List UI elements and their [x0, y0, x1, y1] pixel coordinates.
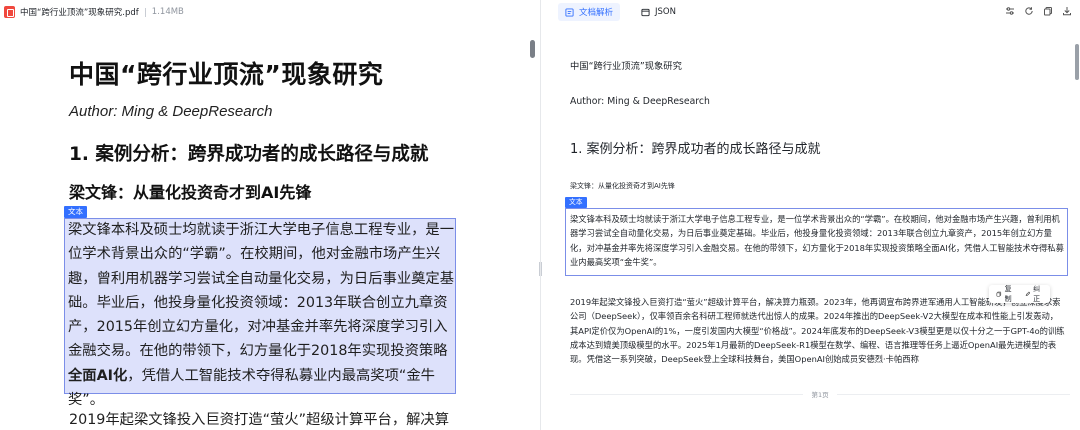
- page-marker-line-right: [836, 393, 1071, 395]
- parsed-scrollbar-thumb[interactable]: [1075, 44, 1079, 80]
- parsed-paragraph: 梁文锋本科及硕士均就读于浙江大学电子信息工程专业，是一位学术背景出众的“学霸”。…: [570, 214, 1064, 267]
- page-marker-line-left: [570, 393, 804, 395]
- pdf-page: 中国“跨行业顶流”现象研究 Author: Ming & DeepResearc…: [12, 28, 517, 430]
- parsed-heading-2: 梁文锋：从量化投资奇才到AI先锋: [570, 182, 675, 190]
- pdf-paragraph-part1: 梁文锋本科及硕士均就读于浙江大学电子信息工程专业，是一位学术背景出众的“学霸”。…: [68, 222, 455, 360]
- header-divider: [144, 7, 146, 17]
- edit-pencil-icon: [1025, 291, 1030, 297]
- text-block-tag: 文本: [64, 206, 87, 218]
- tab-document-parse-label: 文档解析: [579, 8, 614, 18]
- pdf-viewer-pane: 中国“跨行业顶流”现象研究.pdf 1.14MB 中国“跨行业顶流”现象研究 A…: [0, 0, 541, 430]
- parsed-title: 中国“跨行业顶流”现象研究: [570, 61, 682, 72]
- page-marker-label: 第1页: [811, 391, 829, 399]
- correct-block-label: 纠正: [1033, 285, 1041, 303]
- copy-block-label: 复制: [1004, 285, 1012, 303]
- pdf-heading-2: 梁文锋：从量化投资奇才到AI先锋: [69, 183, 312, 202]
- refresh-icon[interactable]: [1024, 6, 1034, 16]
- settings-sliders-icon[interactable]: [1005, 6, 1015, 16]
- correct-block-button[interactable]: 纠正: [1025, 284, 1044, 304]
- json-icon: [641, 8, 650, 16]
- file-name: 中国“跨行业顶流”现象研究.pdf: [20, 8, 139, 18]
- pdf-scrollbar-thumb[interactable]: [530, 40, 535, 58]
- tab-json[interactable]: JSON: [634, 3, 683, 21]
- pdf-file-header: 中国“跨行业顶流”现象研究.pdf 1.14MB: [0, 0, 540, 24]
- parsed-author: Author: Ming & DeepResearch: [570, 96, 710, 107]
- pdf-author: Author: Ming & DeepResearch: [69, 103, 273, 120]
- document-parse-icon: [565, 7, 574, 17]
- pdf-heading-1: 1. 案例分析：跨界成功者的成长路径与成就: [69, 144, 429, 165]
- file-size: 1.14MB: [151, 7, 184, 17]
- parsed-document-pane: 文档解析 JSON 中国“跨行业顶流”现象研究 Author: Ming & D…: [542, 0, 1080, 430]
- download-icon[interactable]: [1062, 6, 1072, 16]
- parsed-text-block-tag: 文本: [565, 197, 587, 208]
- copy-block-button[interactable]: 复制: [996, 284, 1015, 304]
- tab-json-label: JSON: [655, 7, 676, 17]
- block-action-menu: 复制 纠正: [989, 285, 1050, 303]
- parsed-heading-1: 1. 案例分析：跨界成功者的成长路径与成就: [570, 142, 821, 157]
- page-marker: 第1页: [570, 389, 1071, 399]
- parsed-paragraph-2: 2019年起梁文锋投入巨资打造“萤火”超级计算平台，解决算力瓶颈。2023年，他…: [570, 297, 1065, 365]
- pdf-file-icon: [4, 6, 15, 18]
- pdf-title: 中国“跨行业顶流”现象研究: [69, 60, 384, 89]
- pdf-paragraph-2: 2019年起梁文锋投入巨资打造“萤火”超级计算平台，解决算: [69, 412, 450, 428]
- toolbar-actions: [1005, 6, 1072, 16]
- copy-block-icon: [996, 291, 1002, 297]
- pdf-paragraph-bold: 全面AI化: [68, 367, 128, 384]
- view-tabs: 文档解析 JSON: [542, 0, 1080, 24]
- tab-document-parse[interactable]: 文档解析: [558, 3, 621, 21]
- pdf-paragraph: 梁文锋本科及硕士均就读于浙江大学电子信息工程专业，是一位学术背景出众的“学霸”。…: [68, 218, 456, 412]
- copy-icon[interactable]: [1043, 6, 1053, 16]
